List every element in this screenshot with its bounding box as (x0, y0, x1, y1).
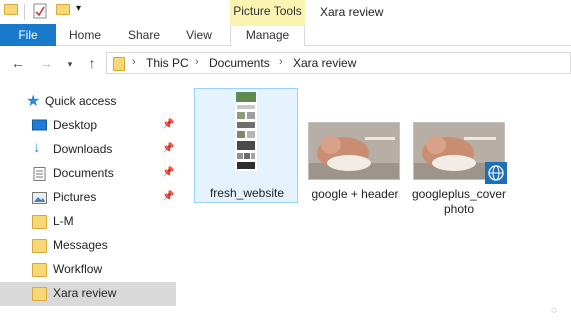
customize-toolbar-icon[interactable]: ▾ (76, 3, 81, 14)
title-bar: ▾ Picture Tools Xara review (0, 0, 571, 24)
sidebar-item-l-m[interactable]: L-M (0, 210, 176, 234)
navigation-pane: ★ Quick access Desktop 📌 ↓ Downloads 📌 D… (0, 86, 178, 320)
breadcrumb-this-pc[interactable]: This PC (146, 56, 189, 70)
sidebar-item-label: Documents (53, 166, 114, 180)
pictures-icon (32, 192, 47, 204)
file-name-line2: photo (443, 202, 475, 216)
website-thumbnail (235, 91, 257, 171)
recent-locations-icon[interactable]: ▾ (62, 56, 78, 72)
properties-icon[interactable] (33, 3, 47, 19)
pin-icon[interactable]: 📌 (162, 143, 174, 154)
download-icon: ↓ (33, 139, 41, 156)
sidebar-item-label: Pictures (53, 190, 97, 204)
divider (24, 4, 25, 20)
documents-icon (33, 167, 46, 181)
file-name: fresh_website (209, 186, 285, 200)
tab-view[interactable]: View (176, 24, 222, 46)
sidebar-item-label: Quick access (45, 94, 117, 108)
sidebar-item-downloads[interactable]: ↓ Downloads 📌 (0, 138, 176, 162)
picture-tools-label: Picture Tools (233, 4, 302, 18)
sidebar-item-label: Workflow (53, 262, 103, 276)
sidebar-item-documents[interactable]: Documents 📌 (0, 162, 176, 186)
pin-icon[interactable]: 📌 (162, 119, 174, 130)
resize-grip-icon[interactable]: ◌ (551, 305, 557, 316)
breadcrumb-documents[interactable]: Documents (209, 56, 270, 70)
star-icon: ★ (26, 93, 41, 110)
sidebar-item-quick-access[interactable]: ★ Quick access (0, 90, 176, 114)
folder-icon[interactable] (4, 4, 18, 15)
sidebar-item-desktop[interactable]: Desktop 📌 (0, 114, 176, 138)
chevron-right-icon[interactable]: › (195, 56, 199, 68)
tab-file[interactable]: File (0, 24, 56, 46)
sidebar-item-label: Downloads (53, 142, 113, 156)
folder-icon (32, 287, 47, 301)
breadcrumb-xara-review[interactable]: Xara review (293, 56, 356, 70)
manage-tab-highlight (230, 24, 305, 26)
folder-icon (32, 239, 47, 253)
image-thumbnail (308, 122, 400, 180)
sidebar-item-label: Desktop (53, 118, 98, 132)
file-name-line1: googleplus_cover (411, 187, 507, 201)
chevron-right-icon[interactable]: › (132, 56, 136, 68)
sidebar-item-messages[interactable]: Messages (0, 234, 176, 258)
sidebar-item-workflow[interactable]: Workflow (0, 258, 176, 282)
address-bar[interactable]: › This PC › Documents › Xara review (106, 52, 571, 74)
tab-home[interactable]: Home (60, 24, 110, 46)
sidebar-item-label: Xara review (53, 286, 117, 300)
back-icon[interactable]: ← (10, 55, 26, 71)
file-list: fresh_website google + header googleplus… (185, 86, 571, 320)
ribbon-tabs: File Home Share View Manage (0, 24, 571, 46)
up-icon[interactable]: ↑ (84, 55, 100, 71)
sidebar-item-label: L-M (53, 214, 74, 228)
file-tile-google-header[interactable]: google + header (303, 88, 407, 203)
chevron-right-icon[interactable]: › (279, 56, 283, 68)
pin-icon[interactable]: 📌 (162, 167, 174, 178)
file-tile-googleplus-cover-photo[interactable]: googleplus_cover photo (407, 88, 511, 218)
desktop-icon (32, 119, 47, 131)
sidebar-item-label: Messages (53, 238, 108, 252)
folder-icon (32, 215, 47, 229)
sidebar-item-pictures[interactable]: Pictures 📌 (0, 186, 176, 210)
folder-icon (32, 263, 47, 277)
pin-icon[interactable]: 📌 (162, 191, 174, 202)
forward-icon[interactable]: → (38, 55, 54, 71)
window-title: Xara review (320, 5, 384, 19)
tab-manage[interactable]: Manage (230, 24, 305, 46)
new-folder-icon[interactable] (56, 4, 70, 15)
file-name: google + header (311, 187, 399, 201)
folder-icon (113, 57, 125, 71)
tab-share[interactable]: Share (118, 24, 170, 46)
globe-icon (485, 162, 507, 184)
file-tile-fresh-website[interactable]: fresh_website (194, 88, 298, 203)
sidebar-item-xara-review[interactable]: Xara review (0, 282, 176, 306)
